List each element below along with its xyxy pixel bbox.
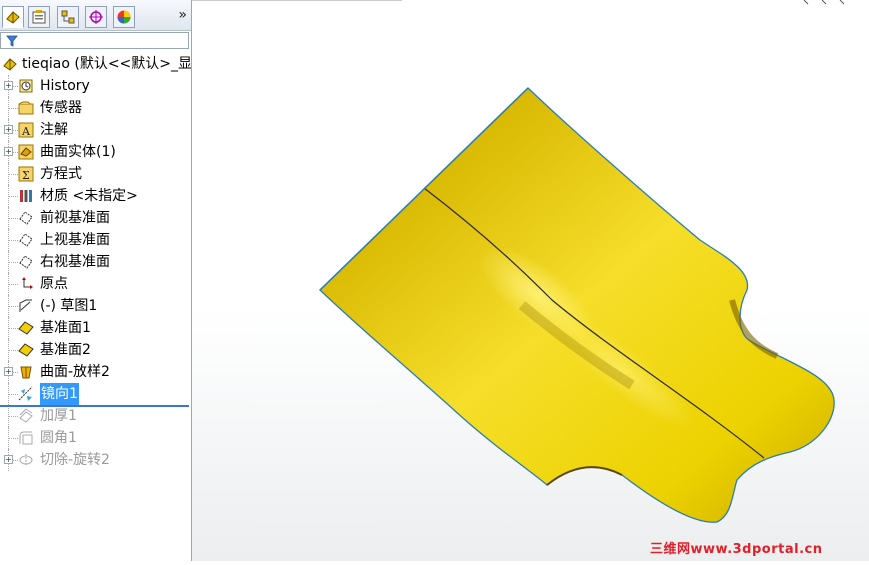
sensor-icon [18,100,34,116]
tree-item-label: 注解 [40,122,68,138]
feature-manager-panel: » tieqiao (默认<<默认>_显 + History 传感器 + A 注解 + 曲面实体… [0,0,192,561]
expand-toggle-icon[interactable]: + [4,367,13,376]
tree-item[interactable]: + 切除-旋转2 [0,449,191,471]
configuration-manager-tab-icon [61,10,75,24]
more-tabs-button[interactable]: » [178,7,187,23]
equations-icon: Σ [18,166,34,182]
feature-manager-tab-icon [6,11,20,24]
viewport-top-border [192,0,402,1]
tree-item-label: 材质 <未指定> [40,188,138,204]
tree-connector [8,394,18,395]
tree-item[interactable]: 传感器 [0,97,191,119]
property-manager-tab[interactable] [28,6,50,28]
display-manager-tab-icon [117,10,131,24]
svg-text:Σ: Σ [22,169,30,182]
expand-toggle-icon[interactable]: + [4,455,13,464]
tree-item-label: History [40,78,90,94]
tree-connector [8,174,18,175]
tree-item-label: 曲面实体(1) [40,144,116,160]
tree-filter-input[interactable] [0,32,189,49]
thicken-icon [18,408,34,424]
manager-tab-bar: » [0,0,191,31]
tree-item[interactable]: + 曲面-放样2 [0,361,191,383]
tree-item-label: 圆角1 [40,430,77,446]
ref-plane-icon [18,342,34,358]
configuration-manager-tab[interactable] [57,6,79,28]
plane-icon [18,254,34,270]
tree-connector [8,328,18,329]
tree-root-part[interactable]: tieqiao (默认<<默认>_显 [0,53,191,75]
tree-item-label: 加厚1 [40,408,77,424]
cut-revolve-icon [18,452,34,468]
feature-manager-tab[interactable] [2,6,24,28]
expand-toggle-icon[interactable]: + [4,125,13,134]
tree-item[interactable]: 右视基准面 [0,251,191,273]
tree-item-label: 传感器 [40,100,82,116]
tree-item-label: 右视基准面 [40,254,110,270]
tree-item-label: 上视基准面 [40,232,110,248]
history-icon [18,78,34,94]
plane-icon [18,210,34,226]
surface-loft-icon [18,364,34,380]
dimxpert-tab[interactable] [85,6,107,28]
material-icon [18,188,34,204]
tree-item-label: 曲面-放样2 [40,364,110,380]
origin-icon [18,276,34,292]
viewport-corner-marks [803,0,845,5]
annotation-icon: A [18,122,34,138]
tree-item-label: 镜向1 [40,383,79,405]
filter-icon [6,35,18,47]
tree-root-label: tieqiao (默认<<默认>_显 [22,56,192,72]
tree-connector [8,284,18,285]
dimxpert-tab-icon [89,10,103,24]
tree-connector [8,306,18,307]
surface-bodies-icon [18,144,34,160]
tree-connector [8,416,18,417]
tree-item[interactable]: 原点 [0,273,191,295]
tree-connector [8,218,18,219]
feature-tree: tieqiao (默认<<默认>_显 + History 传感器 + A 注解 + 曲面实体(1… [0,53,191,471]
surface-model[interactable] [192,0,869,561]
ref-plane-icon [18,320,34,336]
expand-toggle-icon[interactable]: + [4,147,13,156]
tree-item-label: 前视基准面 [40,210,110,226]
tree-item[interactable]: + A 注解 [0,119,191,141]
tree-item[interactable]: 基准面1 [0,317,191,339]
plane-icon [18,232,34,248]
tree-item[interactable]: 圆角1 [0,427,191,449]
fillet-icon [18,430,34,446]
tree-item-label: 基准面2 [40,342,91,358]
tree-item[interactable]: + History [0,75,191,97]
property-manager-tab-icon [32,10,46,24]
expand-toggle-icon[interactable]: + [4,81,13,90]
mirror-icon [18,386,34,402]
tree-item[interactable]: 镜向1 [0,383,191,405]
tree-item[interactable]: 加厚1 [0,405,191,427]
tree-item-label: 方程式 [40,166,82,182]
tree-connector [8,240,18,241]
tree-item[interactable]: + 曲面实体(1) [0,141,191,163]
tree-item[interactable]: 基准面2 [0,339,191,361]
tree-item[interactable]: 材质 <未指定> [0,185,191,207]
tree-connector [8,108,18,109]
tree-connector [8,438,18,439]
display-manager-tab[interactable] [113,6,135,28]
tree-item-label: 基准面1 [40,320,91,336]
part-icon [2,56,18,72]
tree-item-label: (-) 草图1 [40,298,98,314]
tree-item-label: 原点 [40,276,68,292]
watermark-text: 三维网www.3dportal.cn [650,542,823,557]
tree-item[interactable]: 上视基准面 [0,229,191,251]
tree-item[interactable]: (-) 草图1 [0,295,191,317]
graphics-viewport[interactable] [192,0,869,561]
tree-item[interactable]: 前视基准面 [0,207,191,229]
rollback-bar[interactable] [0,405,189,407]
tree-item-label: 切除-旋转2 [40,452,110,468]
tree-connector [8,350,18,351]
tree-connector [8,196,18,197]
svg-text:A: A [21,125,31,138]
tree-item[interactable]: Σ 方程式 [0,163,191,185]
tree-connector [8,262,18,263]
sketch-icon [18,298,34,314]
